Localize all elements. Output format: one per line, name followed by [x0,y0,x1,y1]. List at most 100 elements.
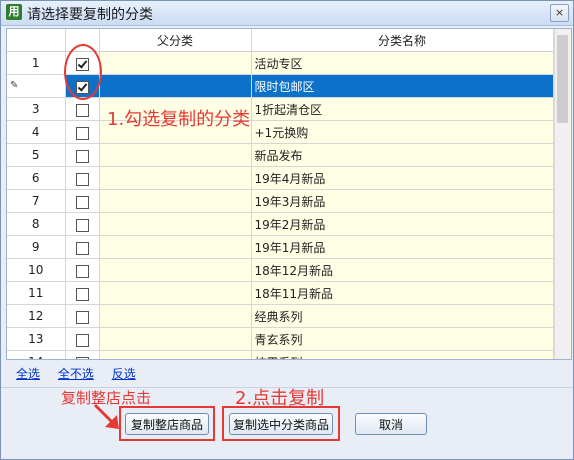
row-number-cell[interactable]: 4 [7,120,66,144]
category-name-cell[interactable]: 18年11月新品 [251,281,554,305]
category-name-cell[interactable]: +1元换购 [251,120,554,144]
row-checkbox[interactable] [75,195,89,209]
header-parent-category[interactable]: 父分类 [99,29,252,52]
parent-category-cell[interactable] [99,189,252,213]
dialog-title: 请选择要复制的分类 [27,7,153,23]
row-number: 9 [31,240,40,254]
row-number: 14 [28,355,43,359]
category-name-cell[interactable]: 限时包邮区 [251,74,554,98]
parent-category-cell[interactable] [99,235,252,259]
selection-links: 全选 全不选 反选 [16,365,150,382]
category-name-cell[interactable]: 经典系列 [251,304,554,328]
row-checkbox[interactable] [75,310,89,324]
row-checkbox[interactable] [75,333,89,347]
row-number-cell[interactable]: 5 [7,143,66,167]
table-row[interactable]: 8 19年2月新品 [7,212,554,236]
select-none-link[interactable]: 全不选 [58,367,94,381]
select-cell [65,350,100,359]
row-checkbox[interactable] [75,126,89,140]
header-category-name[interactable]: 分类名称 [251,29,554,52]
annotation-checkbox-circle [64,44,102,100]
parent-category-cell[interactable] [99,74,252,98]
select-cell [65,281,100,305]
table-row[interactable]: 13 青玄系列 [7,327,554,351]
row-checkbox[interactable] [75,149,89,163]
row-number: 11 [28,286,44,300]
table-row[interactable]: 5 新品发布 [7,143,554,167]
parent-category-cell[interactable] [99,143,252,167]
row-number-cell[interactable]: 14 [7,350,66,359]
category-name-cell[interactable]: 19年4月新品 [251,166,554,190]
row-number-cell[interactable]: 6 [7,166,66,190]
category-name-cell[interactable]: 青玄系列 [251,327,554,351]
row-number-cell[interactable]: 12 [7,304,66,328]
scrollbar-thumb[interactable] [557,35,568,123]
table-row[interactable]: 10 18年12月新品 [7,258,554,282]
row-number-cell[interactable]: 11 [7,281,66,305]
row-checkbox[interactable] [75,287,89,301]
row-checkbox[interactable] [75,241,89,255]
category-name-cell[interactable]: 1折起清仓区 [251,97,554,121]
table-row[interactable]: 4 +1元换购 [7,120,554,144]
row-number-cell[interactable]: 3 [7,97,66,121]
table-row[interactable]: 14 校霸系列 [7,350,554,359]
parent-category-cell[interactable] [99,304,252,328]
parent-category-cell[interactable] [99,327,252,351]
annotation-arrow-icon [93,403,119,429]
row-number-cell[interactable]: 10 [7,258,66,282]
table-row[interactable]: 11 18年11月新品 [7,281,554,305]
category-name-cell[interactable]: 19年2月新品 [251,212,554,236]
table-row[interactable]: 9 19年1月新品 [7,235,554,259]
select-cell [65,235,100,259]
category-name-cell[interactable]: 新品发布 [251,143,554,167]
parent-category-cell[interactable] [99,166,252,190]
category-name-cell[interactable]: 校霸系列 [251,350,554,359]
category-name-cell[interactable]: 18年12月新品 [251,258,554,282]
row-number-cell[interactable]: 8 [7,212,66,236]
table-row[interactable]: 3 1折起清仓区 [7,97,554,121]
select-cell [65,120,100,144]
select-cell [65,166,100,190]
title-bar[interactable]: 用 请选择要复制的分类 × [1,1,573,26]
table-row[interactable]: 12 经典系列 [7,304,554,328]
row-checkbox[interactable] [75,172,89,186]
category-name-cell[interactable]: 活动专区 [251,51,554,75]
category-name-cell[interactable]: 19年1月新品 [251,235,554,259]
row-checkbox[interactable] [75,218,89,232]
table-row[interactable]: 7 19年3月新品 [7,189,554,213]
row-checkbox[interactable] [75,356,89,359]
select-cell [65,212,100,236]
row-number-cell[interactable]: 9 [7,235,66,259]
row-number: 6 [31,171,40,185]
select-cell [65,304,100,328]
row-checkbox[interactable] [75,264,89,278]
invert-selection-link[interactable]: 反选 [112,367,136,381]
parent-category-cell[interactable] [99,350,252,359]
parent-category-cell[interactable] [99,258,252,282]
app-icon: 用 [6,4,22,20]
dialog-window: 用 请选择要复制的分类 × 父分类 分类名称 1 活动专区 ✎ 2 限时包邮区 3 1折起清… [0,0,574,460]
row-number: 7 [31,194,40,208]
parent-category-cell[interactable] [99,51,252,75]
row-number-cell[interactable]: ✎ 2 [7,74,66,98]
annotation-step1-text: 1.勾选复制的分类 [107,109,251,130]
cancel-button[interactable]: 取消 [355,413,427,435]
row-number: 13 [28,332,44,346]
parent-category-cell[interactable] [99,212,252,236]
header-row-number [7,29,66,52]
select-all-link[interactable]: 全选 [16,367,40,381]
row-checkbox[interactable] [75,103,89,117]
row-number-cell[interactable]: 13 [7,327,66,351]
row-number: 8 [31,217,40,231]
row-number-cell[interactable]: 7 [7,189,66,213]
row-number-cell[interactable]: 1 [7,51,66,75]
select-cell [65,143,100,167]
row-number: 10 [28,263,44,277]
parent-category-cell[interactable] [99,281,252,305]
category-name-cell[interactable]: 19年3月新品 [251,189,554,213]
edit-pencil-icon: ✎ [10,80,19,91]
vertical-scrollbar[interactable] [554,29,571,359]
annotation-whole-store-box [119,406,215,441]
table-row[interactable]: 6 19年4月新品 [7,166,554,190]
close-button[interactable]: × [550,4,569,22]
